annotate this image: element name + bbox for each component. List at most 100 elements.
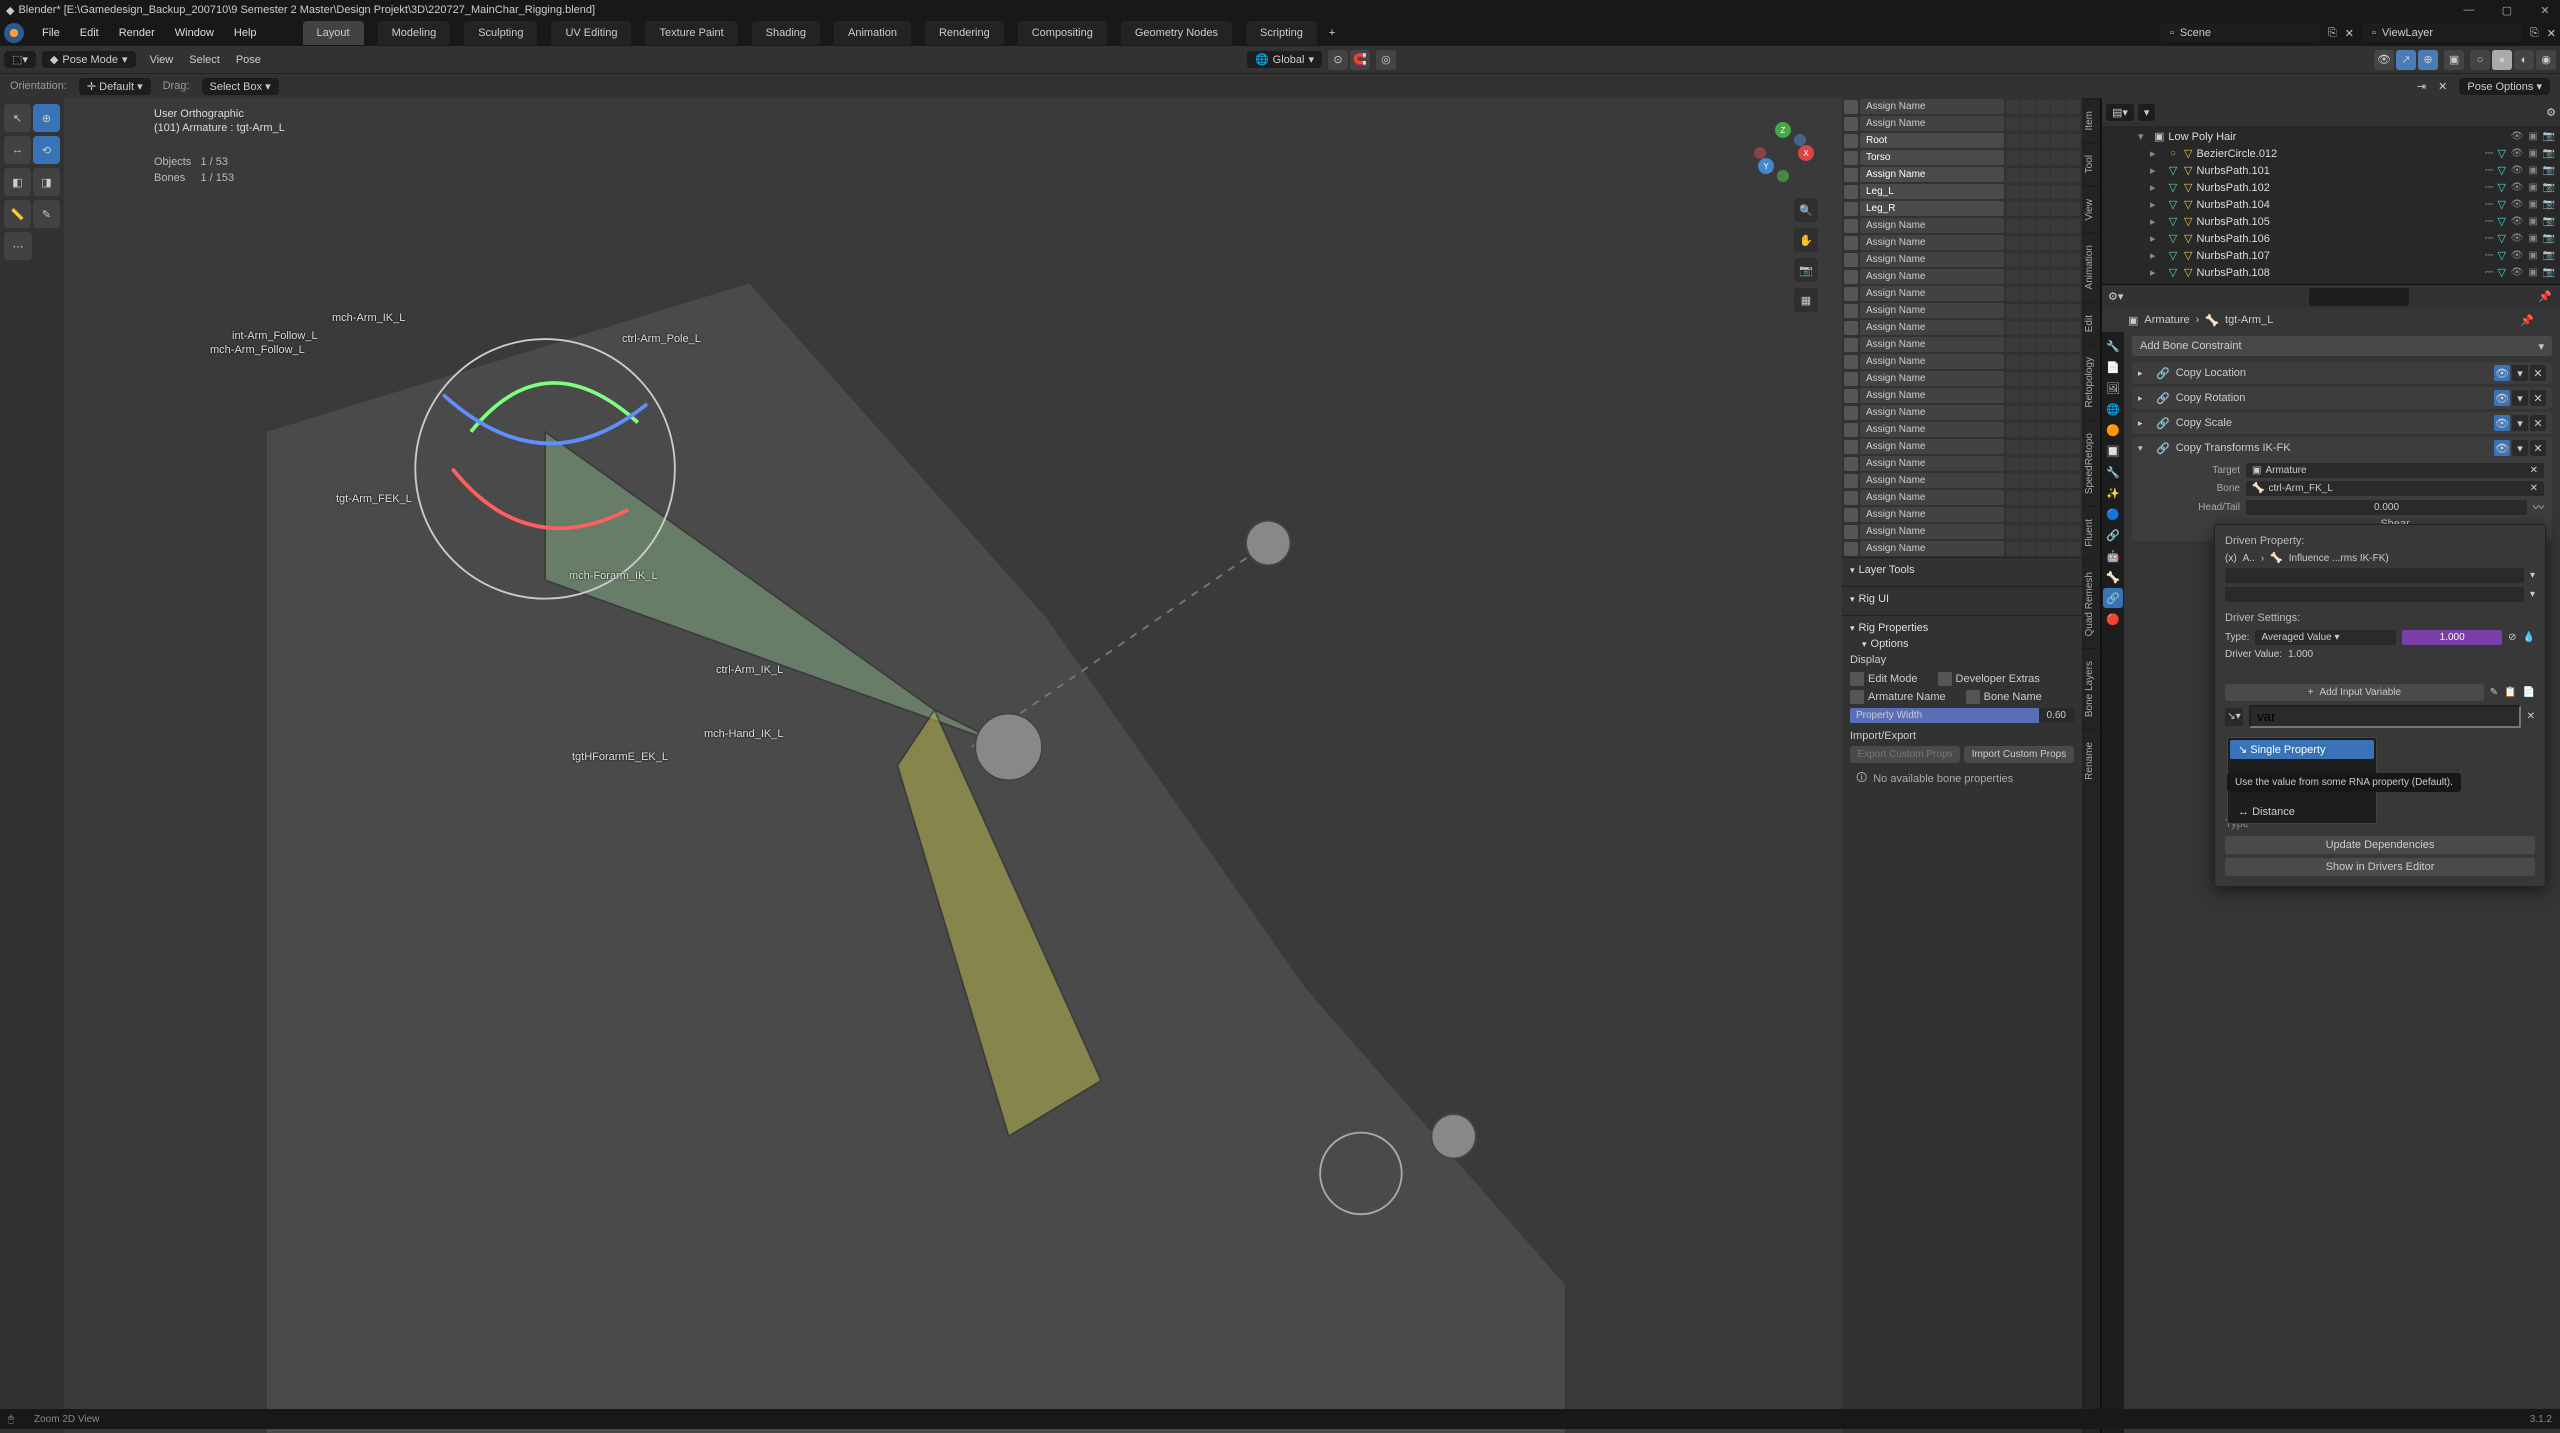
workspace-tab-animation[interactable]: Animation [834,21,911,45]
group-action-icon[interactable] [2051,508,2065,522]
dropdown-item-distance[interactable]: ↔ Distance [2230,803,2374,821]
bone-group-row[interactable]: Assign Name [1842,421,2082,438]
bone-group-row[interactable]: Assign Name [1842,268,2082,285]
overlay-toggle[interactable]: ⊕ [2418,50,2438,70]
group-name[interactable]: Assign Name [1860,371,2004,386]
group-name[interactable]: Assign Name [1860,218,2004,233]
group-name[interactable]: Leg_R [1860,201,2004,216]
extras-menu[interactable]: ▾ [2512,440,2528,456]
group-action-icon[interactable] [2051,355,2065,369]
bone-group-row[interactable]: Assign Name [1842,336,2082,353]
bone-group-row[interactable]: Assign Name [1842,540,2082,557]
curve-icon[interactable]: 〰 [2533,499,2544,515]
expand-toggle[interactable]: ▾ [2138,443,2150,454]
group-action-icon[interactable] [2036,423,2050,437]
data-icon[interactable]: ▽ [2498,181,2506,194]
group-action-icon[interactable] [2066,474,2080,488]
viewlayer-selector[interactable]: ▫ ViewLayer [2362,24,2522,42]
bone-group-row[interactable]: Leg_R [1842,200,2082,217]
group-name[interactable]: Assign Name [1860,99,2004,114]
render-icon[interactable]: 📷 [2542,232,2556,246]
group-action-icon[interactable] [2051,134,2065,148]
view3d-menu-view[interactable]: View [142,52,182,68]
menu-item-edit[interactable]: Edit [70,23,109,43]
visibility-toggle[interactable] [1844,304,1858,318]
collapse-icon[interactable]: ⇥ [2417,80,2426,93]
armature-name-checkbox[interactable] [1850,690,1864,704]
eye-icon[interactable]: 👁 [2510,215,2524,229]
group-action-icon[interactable] [2036,270,2050,284]
workspace-tab-compositing[interactable]: Compositing [1018,21,1107,45]
group-action-icon[interactable] [2021,236,2035,250]
visibility-toggle[interactable] [1844,389,1858,403]
group-action-icon[interactable] [2036,134,2050,148]
group-action-icon[interactable] [2051,389,2065,403]
workspace-tab-sculpting[interactable]: Sculpting [464,21,537,45]
select-icon[interactable]: ▣ [2526,215,2540,229]
rig-properties-header[interactable]: Rig Properties [1850,622,2074,634]
group-action-icon[interactable] [2021,304,2035,318]
bone-group-row[interactable]: Assign Name [1842,115,2082,132]
group-action-icon[interactable] [2066,168,2080,182]
group-action-icon[interactable] [2006,117,2020,131]
eye-icon[interactable]: 👁 [2510,147,2524,161]
data-icon[interactable]: ▽ [2498,232,2506,245]
headtail-field[interactable]: 0.000 [2246,500,2527,515]
workspace-tab-rendering[interactable]: Rendering [925,21,1004,45]
pin-icon[interactable]: 📌 [2538,290,2554,303]
group-action-icon[interactable] [2036,168,2050,182]
menu-item-window[interactable]: Window [165,23,224,43]
group-action-icon[interactable] [2051,185,2065,199]
render-icon[interactable]: 📷 [2542,215,2556,229]
dropdown-item-single-property[interactable]: ↘ Single Property [2230,740,2374,759]
visibility-toggle[interactable] [1844,440,1858,454]
delete-scene-button[interactable]: ✕ [2345,27,2354,40]
data-icon[interactable]: ▽ [2498,164,2506,177]
group-action-icon[interactable] [2036,321,2050,335]
select-icon[interactable]: ▣ [2526,181,2540,195]
bone-field[interactable]: 🦴ctrl-Arm_FK_L✕ [2246,481,2544,496]
group-name[interactable]: Assign Name [1860,252,2004,267]
group-action-icon[interactable] [2021,491,2035,505]
mute-toggle[interactable]: 👁 [2494,365,2510,381]
bone-group-row[interactable]: Assign Name [1842,166,2082,183]
transform-tool[interactable]: ⟲ [33,136,60,164]
group-action-icon[interactable] [2066,525,2080,539]
orientation-selector[interactable]: 🌐 Global ▾ [1247,51,1322,68]
bone-group-row[interactable]: Assign Name [1842,353,2082,370]
maximize-button[interactable]: ▢ [2498,1,2516,19]
bone-group-row[interactable]: Assign Name [1842,506,2082,523]
object-tab[interactable]: 🔲 [2103,441,2123,461]
view3d-menu-pose[interactable]: Pose [228,52,269,68]
group-action-icon[interactable] [2036,508,2050,522]
group-action-icon[interactable] [2036,525,2050,539]
group-action-icon[interactable] [2066,321,2080,335]
group-action-icon[interactable] [2051,270,2065,284]
outliner-display[interactable]: ▾ [2138,104,2156,121]
group-name[interactable]: Assign Name [1860,439,2004,454]
group-name[interactable]: Assign Name [1860,405,2004,420]
scene-tab[interactable]: 🌐 [2103,399,2123,419]
eye-icon[interactable]: 👁 [2510,232,2524,246]
delete-variable-button[interactable]: ✕ [2527,711,2535,722]
view3d-menu-select[interactable]: Select [181,52,228,68]
show-drivers-editor-button[interactable]: Show in Drivers Editor [2225,858,2535,876]
group-action-icon[interactable] [2066,338,2080,352]
group-action-icon[interactable] [2051,304,2065,318]
group-action-icon[interactable] [2051,321,2065,335]
select-icon[interactable]: ▣ [2526,147,2540,161]
visibility-toggle[interactable] [1844,236,1858,250]
menu-item-file[interactable]: File [32,23,70,43]
group-action-icon[interactable] [2021,134,2035,148]
group-action-icon[interactable] [2051,168,2065,182]
group-action-icon[interactable] [2021,151,2035,165]
bone-name-checkbox[interactable] [1966,690,1980,704]
modifier-icon[interactable]: ⎓ [2485,249,2494,262]
modifier-icon[interactable]: ⎓ [2485,181,2494,194]
bone-group-row[interactable]: Assign Name [1842,472,2082,489]
group-action-icon[interactable] [2006,440,2020,454]
rotate-tool[interactable]: ◧ [4,168,31,196]
npanel-tab-item[interactable]: Item [2082,98,2100,142]
eye-icon[interactable]: 👁 [2510,198,2524,212]
bone-group-row[interactable]: Leg_L [1842,183,2082,200]
